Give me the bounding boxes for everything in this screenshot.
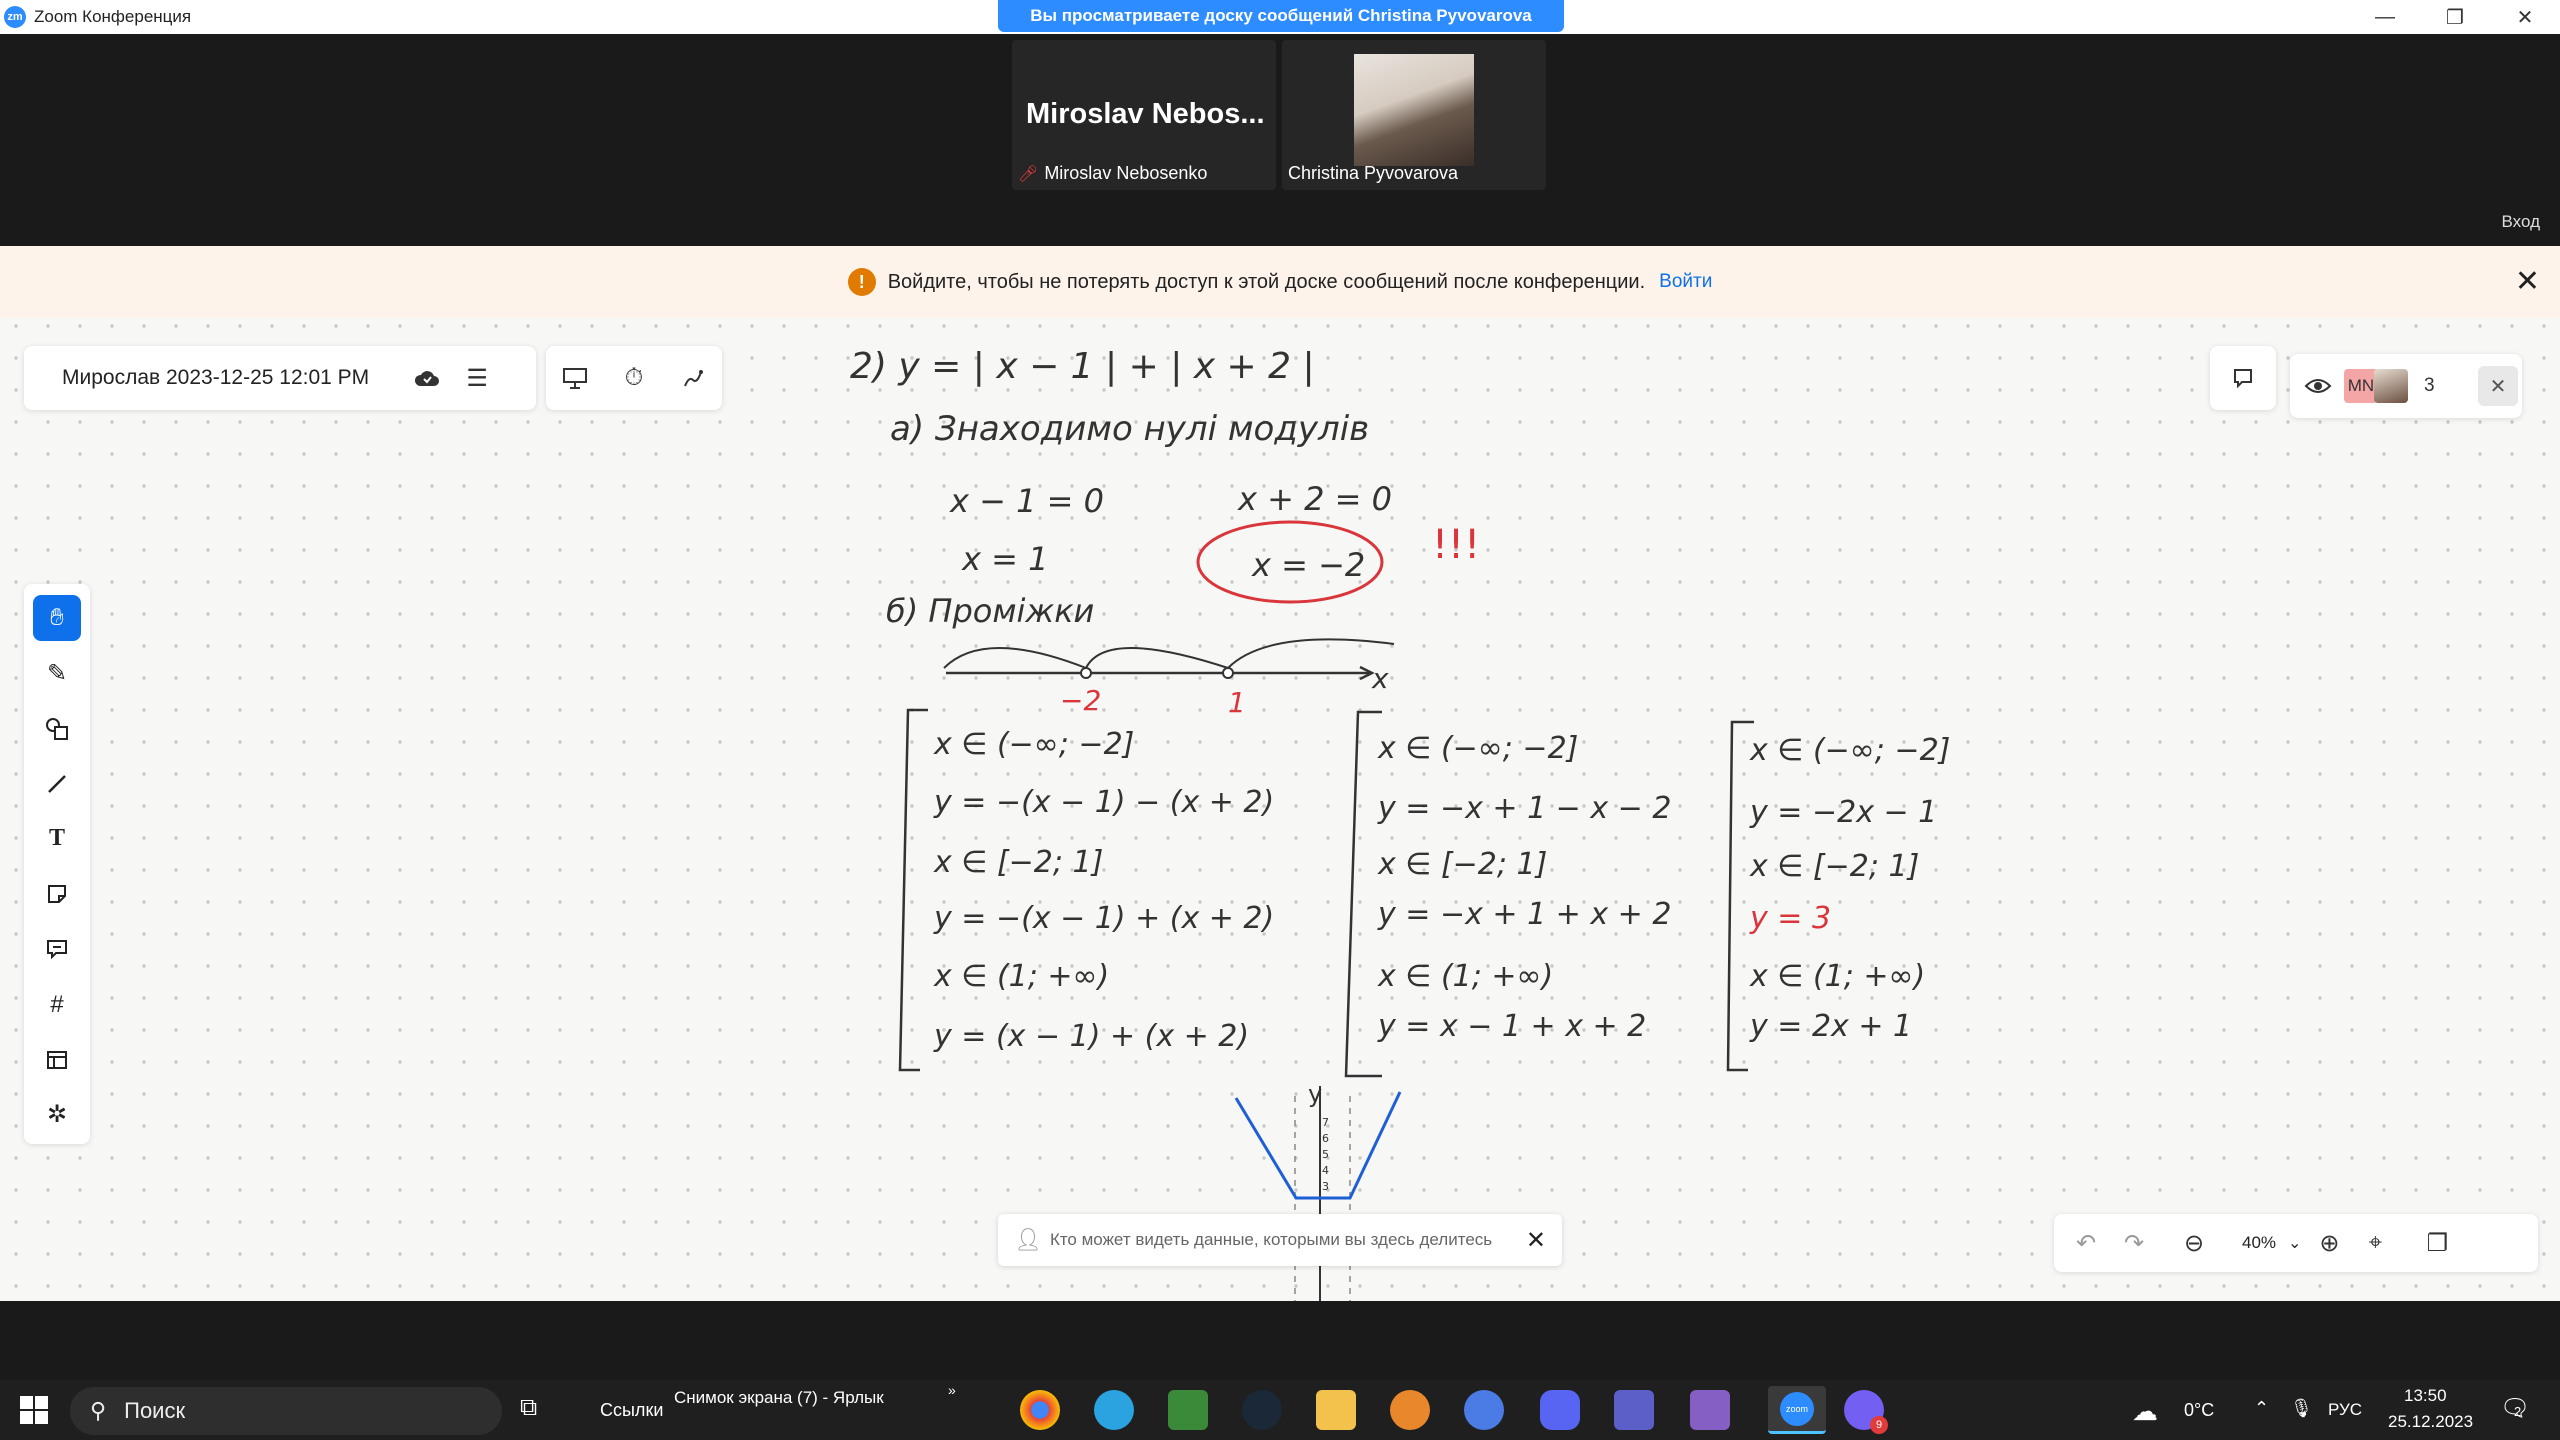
hw-c4: y = 3 [1749, 901, 1831, 936]
zoom-in-icon[interactable]: ⊕ [2311, 1225, 2347, 1261]
hw-b2: y = −x + 1 − x − 2 [1377, 791, 1671, 826]
app-icon[interactable] [1464, 1390, 1504, 1430]
hw-equation: 2) y = | x − 1 | + | x + 2 | [850, 346, 1315, 387]
file-explorer-icon[interactable] [1316, 1390, 1356, 1430]
chevron-down-icon[interactable]: ⌄ [2288, 1233, 2301, 1253]
handwriting-layer: 2) y = | x − 1 | + | x + 2 | а) Знаходим… [850, 346, 1950, 1301]
notification-count: 2 [2514, 1404, 2522, 1419]
zoom-app-icon: zoom [1780, 1392, 1814, 1426]
hw-eq1: x − 1 = 0 [949, 482, 1104, 520]
close-window-button[interactable]: ✕ [2490, 0, 2560, 34]
video-strip: Miroslav Nebos... 🎤︎ Miroslav Nebosenko … [0, 34, 2560, 246]
hw-b1: x ∈ (−∞; −2] [1377, 731, 1578, 766]
weather-cloud-icon[interactable]: ☁ [2132, 1396, 2158, 1427]
hw-x2: x = −2 [1251, 546, 1365, 584]
participant-label: 🎤︎ Miroslav Nebosenko [1018, 163, 1207, 184]
input-language[interactable]: РУС [2328, 1400, 2362, 1420]
hw-graph-tick: 7 [1322, 1116, 1329, 1129]
share-banner[interactable]: Вы просматриваете доску сообщений Christ… [998, 0, 1564, 32]
steam-icon[interactable] [1242, 1390, 1282, 1430]
clock-date[interactable]: 25.12.2023 [2388, 1412, 2473, 1432]
hw-b4: y = −x + 1 + x + 2 [1377, 897, 1671, 932]
login-button[interactable]: Вход [2502, 212, 2540, 232]
teams-icon[interactable] [1614, 1390, 1654, 1430]
participant-label-text: Miroslav Nebosenko [1044, 163, 1208, 183]
shortcut-item[interactable]: Снимок экрана (7) - Ярлык [674, 1388, 884, 1408]
hw-a6: y = (x − 1) + (x + 2) [933, 1019, 1249, 1054]
window-title: Zoom Конференция [34, 7, 192, 26]
hw-step-a: а) Знаходимо нулі модулів [890, 409, 1369, 449]
hw-graph-y: y [1308, 1080, 1322, 1108]
undo-icon[interactable]: ↶ [2068, 1225, 2104, 1261]
minimize-button[interactable]: — [2350, 0, 2420, 34]
hw-graph-tick: 5 [1322, 1148, 1329, 1161]
participant-label: Christina Pyvovarova [1288, 163, 1458, 184]
search-placeholder: Поиск [124, 1398, 186, 1423]
microphone-muted-icon: 🎤︎ [1018, 165, 1039, 183]
participant-name-large: Miroslav Nebos... [1026, 98, 1265, 130]
hw-c1: x ∈ (−∞; −2] [1749, 733, 1950, 768]
hw-a1: x ∈ (−∞; −2] [933, 727, 1134, 762]
viber-icon[interactable]: 9 [1844, 1390, 1888, 1434]
fl-studio-icon[interactable] [1390, 1390, 1430, 1430]
participant-video [1354, 54, 1474, 166]
hw-c5: x ∈ (1; +∞) [1749, 959, 1925, 994]
zoom-taskbar-button[interactable]: zoom [1768, 1386, 1826, 1434]
fit-view-icon[interactable]: ⌖ [2357, 1225, 2393, 1261]
zoom-level[interactable]: 40% [2242, 1233, 2276, 1253]
telegram-icon[interactable] [1094, 1390, 1134, 1430]
windows-taskbar: ⚲ Поиск ⧉ Ссылки Снимок экрана (7) - Ярл… [0, 1380, 2560, 1440]
hw-step-b: б) Проміжки [886, 592, 1094, 630]
hw-b5: x ∈ (1; +∞) [1377, 959, 1553, 994]
notepad-icon[interactable] [1168, 1390, 1208, 1430]
hw-axis-x: x [1371, 662, 1389, 695]
hw-c2: y = −2x − 1 [1749, 795, 1937, 830]
redo-icon[interactable]: ↷ [2116, 1225, 2152, 1261]
hw-graph-tick: 6 [1322, 1132, 1329, 1145]
hw-graph-tick: 4 [1322, 1164, 1329, 1177]
participant-label-text: Christina Pyvovarova [1288, 163, 1459, 183]
visual-studio-icon[interactable] [1690, 1390, 1730, 1430]
video-tile-christina[interactable]: Christina Pyvovarova [1282, 40, 1546, 190]
whiteboard-canvas[interactable]: ! Войдите, чтобы не потерять доступ к эт… [0, 246, 2560, 1301]
share-hint-text: Кто может видеть данные, которыми вы зде… [1049, 1230, 1493, 1249]
clock-time[interactable]: 13:50 [2404, 1386, 2447, 1406]
hw-c3: x ∈ [−2; 1] [1749, 849, 1919, 884]
hw-exclaim: !!! [1432, 522, 1480, 568]
hw-b6: y = x − 1 + x + 2 [1377, 1009, 1646, 1044]
zoom-controls: ↶ ↷ ⊖ 40% ⌄ ⊕ ⌖ ❐ [2054, 1214, 2538, 1272]
close-hint-icon[interactable]: ✕ [1526, 1226, 1546, 1255]
hw-graph-tick: 3 [1322, 1180, 1329, 1193]
video-tile-miroslav[interactable]: Miroslav Nebos... 🎤︎ Miroslav Nebosenko [1012, 40, 1276, 190]
search-icon: ⚲ [90, 1398, 107, 1423]
task-view-icon[interactable]: ⧉ [520, 1394, 537, 1422]
windows-start-icon[interactable] [20, 1396, 48, 1429]
hw-eq2: x + 2 = 0 [1237, 480, 1392, 518]
toolbar-overflow-icon[interactable]: » [948, 1382, 956, 1398]
temperature[interactable]: 0°C [2184, 1400, 2214, 1421]
hw-a3: x ∈ [−2; 1] [933, 845, 1103, 880]
hw-a5: x ∈ (1; +∞) [933, 959, 1109, 994]
taskbar-search[interactable]: ⚲ Поиск [70, 1387, 502, 1435]
chrome-icon[interactable] [1020, 1390, 1060, 1430]
hw-a2: y = −(x − 1) − (x + 2) [933, 785, 1274, 820]
hw-tick-neg2: −2 [1060, 684, 1101, 717]
share-visibility-hint: 👤︎ Кто может видеть данные, которыми вы … [998, 1214, 1562, 1266]
viber-badge: 9 [1870, 1416, 1888, 1434]
pages-icon[interactable]: ❐ [2419, 1225, 2455, 1261]
zoom-logo-icon: zm [4, 6, 26, 28]
links-toolbar[interactable]: Ссылки [600, 1400, 663, 1421]
tray-chevron-icon[interactable]: ⌃ [2254, 1398, 2269, 1419]
discord-icon[interactable] [1540, 1390, 1580, 1430]
hw-tick-1: 1 [1228, 686, 1246, 719]
hw-x1: x = 1 [961, 540, 1048, 578]
restore-button[interactable]: ❐ [2420, 0, 2490, 34]
microphone-icon[interactable]: 🎙︎ [2290, 1398, 2313, 1419]
zoom-out-icon[interactable]: ⊖ [2176, 1225, 2212, 1261]
users-icon: 👤︎ [1014, 1227, 1042, 1252]
hw-c6: y = 2x + 1 [1749, 1009, 1912, 1044]
hw-a4: y = −(x − 1) + (x + 2) [933, 901, 1274, 936]
hw-b3: x ∈ [−2; 1] [1377, 847, 1547, 882]
